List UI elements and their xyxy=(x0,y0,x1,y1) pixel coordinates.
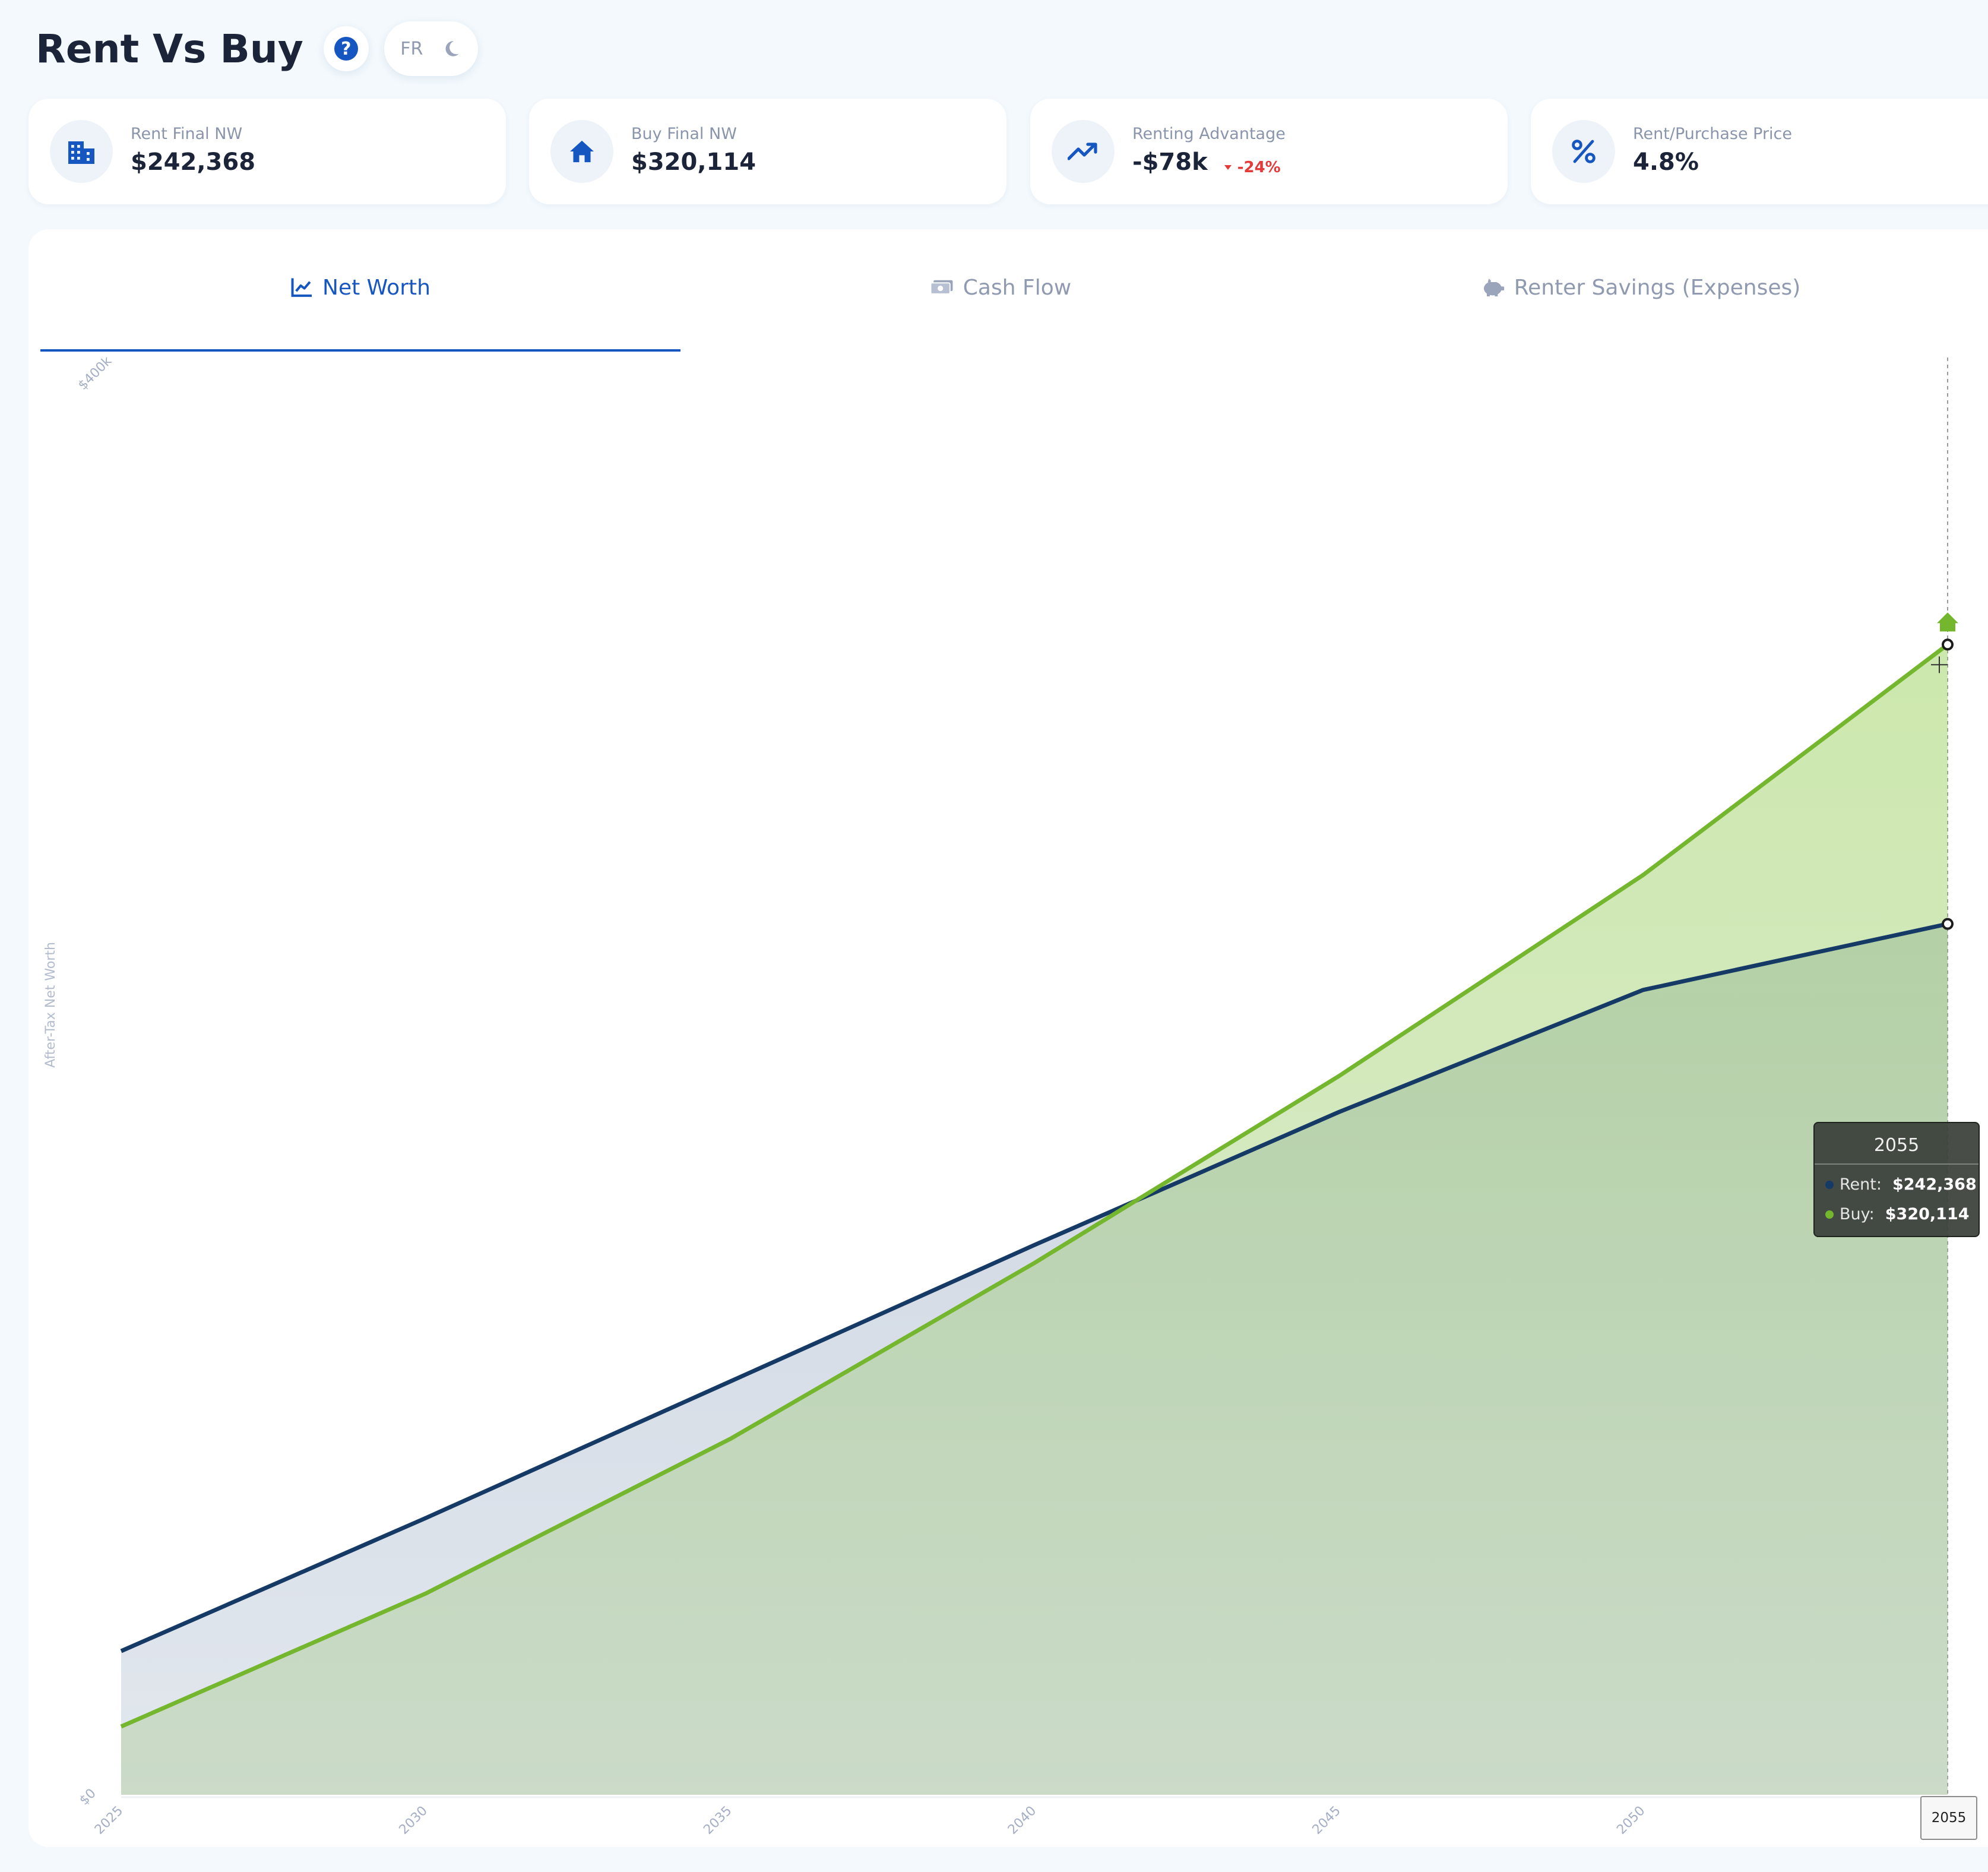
card-renting-advantage: Renting Advantage -$78k -24% xyxy=(1030,99,1508,204)
card-rent-final-nw: Rent Final NW $242,368 xyxy=(29,99,506,204)
caret-down-icon xyxy=(1224,165,1232,170)
help-button[interactable]: ? xyxy=(323,26,369,71)
card-value-text: $320,114 xyxy=(631,148,756,176)
tooltip-row-buy: Buy: $320,114 xyxy=(1825,1205,1970,1223)
x-tick-label: 2030 xyxy=(397,1804,430,1838)
tooltip-value: $320,114 xyxy=(1885,1205,1970,1223)
net-worth-chart[interactable]: $400k $02025 2030 2035 2040 2045 2050 After-Tax… xyxy=(29,229,1988,1847)
rent-end-point xyxy=(1942,918,1954,930)
tooltip-row-rent: Rent: $242,368 xyxy=(1825,1175,1977,1194)
card-value-text: $242,368 xyxy=(131,148,256,176)
tooltip-value: $242,368 xyxy=(1892,1175,1977,1194)
buy-end-point xyxy=(1942,638,1954,651)
tooltip-title: 2055 xyxy=(1873,1135,1920,1156)
buy-home-icon xyxy=(1937,612,1958,632)
trending-up-icon xyxy=(1052,120,1115,183)
tooltip-key: Rent: xyxy=(1840,1175,1882,1194)
rent-series-dot xyxy=(1825,1180,1834,1189)
question-circle-icon: ? xyxy=(334,37,358,61)
card-value-text: 4.8% xyxy=(1633,148,1699,176)
card-value: 4.8% xyxy=(1633,148,1699,176)
moon-icon[interactable] xyxy=(441,39,461,59)
x-tick-label: 2040 xyxy=(1005,1804,1039,1838)
language-toggle[interactable]: FR xyxy=(400,39,423,59)
card-label: Rent/Purchase Price xyxy=(1633,125,1793,143)
x-tick-label: 2045 xyxy=(1310,1804,1344,1838)
card-value: $242,368 xyxy=(131,148,255,176)
app-header: Rent Vs Buy ? FR xyxy=(36,13,478,84)
tooltip-key: Buy: xyxy=(1840,1205,1875,1223)
chart-tooltip: 2055 Rent: $242,368 Buy: $320,114 xyxy=(1813,1122,1980,1237)
x-tick-label: 2025 xyxy=(92,1804,126,1838)
buy-series-dot xyxy=(1825,1210,1834,1219)
crosshair-x-label: 2055 xyxy=(1920,1796,1977,1840)
card-value-text: -$78k xyxy=(1132,148,1208,176)
card-value: $320,114 xyxy=(631,148,756,176)
page-title: Rent Vs Buy xyxy=(36,26,303,72)
y-tick-label: $400k xyxy=(75,353,115,393)
y-axis-title: After-Tax Net Worth xyxy=(43,942,58,1068)
card-rent-purchase-price: Rent/Purchase Price 4.8% xyxy=(1531,99,1988,204)
card-buy-final-nw: Buy Final NW $320,114 xyxy=(529,99,1006,204)
card-label: Buy Final NW xyxy=(631,125,737,143)
settings-pill: FR xyxy=(384,21,478,76)
card-label: Renting Advantage xyxy=(1132,125,1286,143)
x-tick-label: 2035 xyxy=(701,1804,735,1838)
tooltip-divider xyxy=(1815,1163,1978,1165)
x-tick-label: 2050 xyxy=(1614,1804,1648,1838)
card-value: -$78k -24% xyxy=(1132,148,1281,176)
chart-panel: Net Worth Cash Flow Renter Savings (Expe… xyxy=(29,229,1988,1847)
home-icon xyxy=(550,120,613,183)
card-label: Rent Final NW xyxy=(131,125,243,143)
y-tick-label: $0 xyxy=(77,1786,99,1808)
delta-badge: -24% xyxy=(1224,159,1281,176)
delta-value: -24% xyxy=(1237,159,1281,176)
percent-icon xyxy=(1552,120,1615,183)
buy-area xyxy=(121,644,1948,1795)
building-icon xyxy=(50,120,113,183)
